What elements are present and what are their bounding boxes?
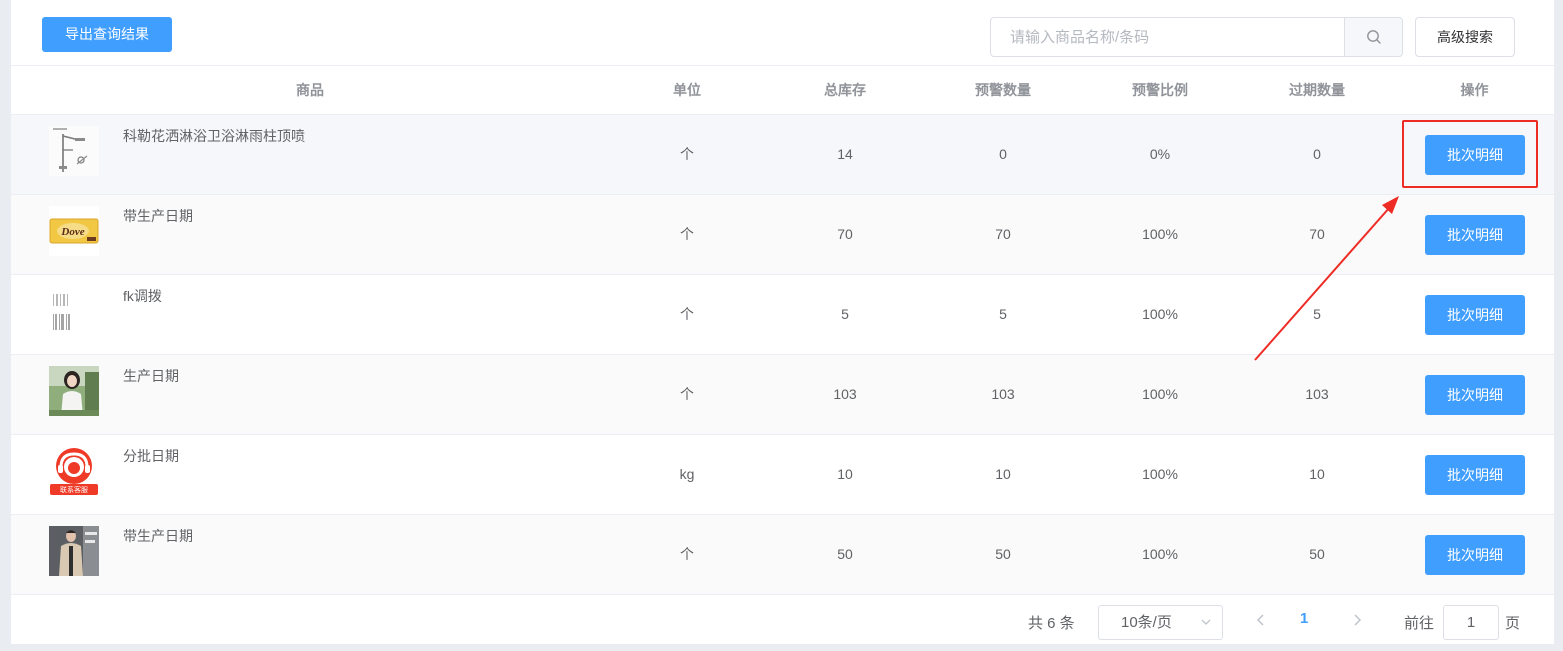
cell-unit: 个 [680, 226, 694, 242]
customer-service-logo: 联系客服 [49, 446, 99, 496]
cell-warn-qty: 70 [995, 226, 1011, 242]
cell-unit: 个 [680, 306, 694, 322]
page-size-select[interactable]: 10条/页 [1098, 605, 1223, 640]
cell-unit: kg [679, 466, 695, 482]
page-unit-label: 页 [1505, 615, 1521, 632]
cell-warn-qty: 103 [991, 386, 1015, 402]
cell-total-stock: 10 [837, 466, 853, 482]
export-results-button[interactable]: 导出查询结果 [42, 17, 172, 52]
cell-total-stock: 103 [833, 386, 857, 402]
product-thumbnail [49, 126, 99, 176]
pagination-total: 共 6 条 [1028, 615, 1075, 632]
goto-page-input[interactable] [1443, 605, 1499, 640]
cell-total-stock: 14 [837, 146, 853, 162]
product-name: fk调拨 [123, 288, 162, 304]
cell-expired-qty: 0 [1313, 146, 1321, 162]
cell-warn-qty: 0 [999, 146, 1007, 162]
cell-unit: 个 [680, 146, 694, 162]
cell-warn-ratio: 100% [1142, 226, 1178, 242]
page-number-current[interactable]: 1 [1300, 610, 1308, 627]
chevron-down-icon [1200, 606, 1212, 651]
header-unit: 单位 [673, 82, 701, 98]
header-product: 商品 [296, 82, 324, 98]
cell-expired-qty: 10 [1309, 466, 1325, 482]
header-expired-qty: 过期数量 [1289, 82, 1345, 98]
cell-warn-ratio: 0% [1149, 146, 1171, 162]
customer-service-text: 联系客服 [60, 485, 88, 494]
pagination: 共 6 条 10条/页 1 前往 页 [11, 596, 1554, 644]
clothing-photo [49, 526, 99, 576]
prev-page-button[interactable] [1251, 608, 1271, 632]
toolbar: 导出查询结果 高级搜索 [11, 0, 1554, 66]
batch-detail-button[interactable]: 批次明细 [1425, 295, 1525, 335]
table-row: Dove 带生产日期 个 70 70 100% 70 批次明细 [11, 195, 1554, 275]
batch-detail-button[interactable]: 批次明细 [1425, 455, 1525, 495]
cell-expired-qty: 5 [1313, 306, 1321, 322]
cell-unit: 个 [680, 546, 694, 562]
batch-detail-button[interactable]: 批次明细 [1425, 375, 1525, 415]
header-warn-qty: 预警数量 [975, 82, 1031, 98]
cell-warn-ratio: 100% [1142, 306, 1178, 322]
batch-detail-button[interactable]: 批次明细 [1425, 215, 1525, 255]
chocolate-brand-text: Dove [60, 226, 84, 238]
cell-warn-qty: 10 [995, 466, 1011, 482]
product-thumbnail: 联系客服 [49, 446, 99, 496]
table-row: 带生产日期 个 50 50 100% 50 批次明细 [11, 515, 1554, 595]
batch-detail-button[interactable]: 批次明细 [1425, 535, 1525, 575]
table-row: 联系客服 分批日期 kg 10 10 100% 10 批次明细 [11, 435, 1554, 515]
shower-image [49, 126, 99, 176]
inventory-warning-panel: 导出查询结果 高级搜索 商品 单位 总库存 预警数量 预警比例 过期数量 操作 [11, 0, 1554, 644]
cell-warn-ratio: 100% [1142, 466, 1178, 482]
table-row: 科勒花洒淋浴卫浴淋雨柱顶喷 个 14 0 0% 0 批次明细 [11, 115, 1554, 195]
cell-expired-qty: 70 [1309, 226, 1325, 242]
header-warn-ratio: 预警比例 [1132, 82, 1188, 98]
product-thumbnail: Dove [49, 206, 99, 256]
product-name: 科勒花洒淋浴卫浴淋雨柱顶喷 [123, 128, 305, 144]
page-size-value: 10条/页 [1121, 614, 1172, 631]
search-button[interactable] [1344, 18, 1402, 56]
search-input[interactable] [991, 18, 1344, 56]
cell-total-stock: 5 [841, 306, 849, 322]
product-name: 带生产日期 [123, 208, 193, 224]
chevron-left-icon [1256, 614, 1264, 626]
cell-total-stock: 70 [837, 226, 853, 242]
advanced-search-button[interactable]: 高级搜索 [1415, 17, 1515, 57]
table-header: 商品 单位 总库存 预警数量 预警比例 过期数量 操作 [11, 66, 1554, 115]
batch-detail-button[interactable]: 批次明细 [1425, 135, 1525, 175]
chocolate-image: Dove [49, 206, 99, 256]
cell-warn-ratio: 100% [1142, 546, 1178, 562]
cell-warn-ratio: 100% [1142, 386, 1178, 402]
cell-warn-qty: 5 [999, 306, 1007, 322]
barcode-image [49, 286, 99, 336]
cell-total-stock: 50 [837, 546, 853, 562]
product-thumbnail [49, 366, 99, 416]
header-action: 操作 [1460, 82, 1489, 98]
cell-unit: 个 [680, 386, 694, 402]
product-name: 分批日期 [123, 448, 179, 464]
search-box [990, 17, 1403, 57]
cell-expired-qty: 50 [1309, 546, 1325, 562]
goto-label: 前往 [1404, 615, 1435, 632]
cell-warn-qty: 50 [995, 546, 1011, 562]
product-thumbnail [49, 526, 99, 576]
product-thumbnail [49, 286, 99, 336]
product-name: 生产日期 [123, 368, 179, 384]
table-row: 生产日期 个 103 103 100% 103 批次明细 [11, 355, 1554, 435]
header-total-stock: 总库存 [824, 82, 866, 98]
table-row: fk调拨 个 5 5 100% 5 批次明细 [11, 275, 1554, 355]
product-name: 带生产日期 [123, 528, 193, 544]
person-photo [49, 366, 99, 416]
next-page-button[interactable] [1347, 608, 1367, 632]
chevron-right-icon [1354, 614, 1362, 626]
search-icon [1366, 30, 1381, 44]
cell-expired-qty: 103 [1305, 386, 1329, 402]
